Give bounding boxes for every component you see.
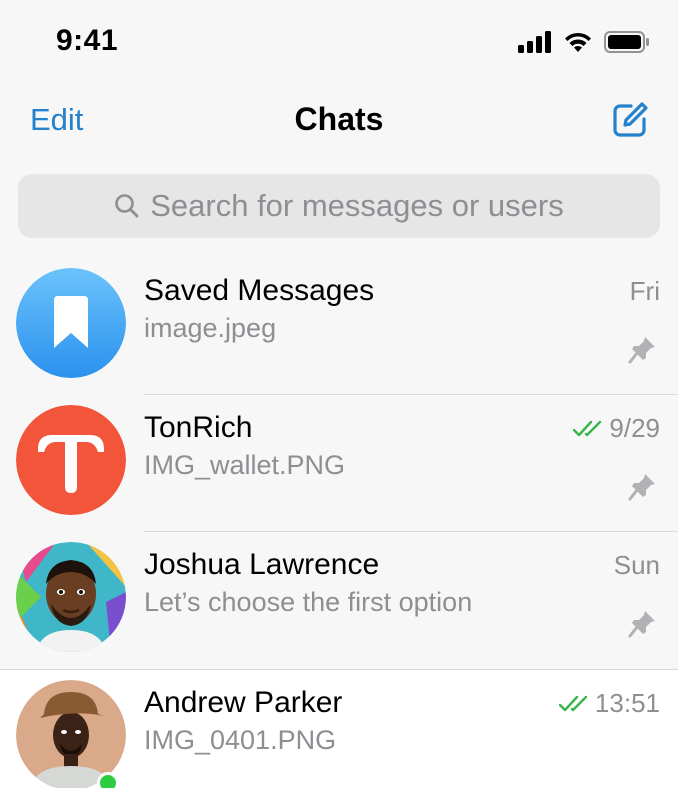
compose-button[interactable]	[610, 100, 650, 140]
nav-bar: Edit Chats	[0, 88, 678, 158]
pin-icon	[628, 474, 655, 501]
status-icons	[518, 30, 650, 54]
user-photo	[16, 542, 126, 652]
cellular-signal-icon	[518, 31, 551, 53]
status-time: 9:41	[56, 24, 119, 57]
avatar	[16, 542, 126, 652]
chat-time: 9/29	[573, 413, 660, 444]
chat-list: Saved Messages image.jpeg Fri TonRich IM…	[0, 258, 678, 788]
avatar	[16, 405, 126, 515]
chat-name: Joshua Lawrence	[144, 548, 380, 581]
chat-preview: IMG_wallet.PNG	[144, 450, 346, 480]
pin-icon	[628, 611, 655, 638]
chat-time: Fri	[629, 276, 660, 306]
status-bar: 9:41	[0, 0, 678, 88]
chat-name: Andrew Parker	[144, 686, 343, 719]
chat-row-andrew-parker[interactable]: Andrew Parker IMG_0401.PNG 13:51	[0, 669, 678, 788]
chat-time: 13:51	[558, 688, 660, 719]
chat-preview: image.jpeg	[144, 313, 277, 343]
chat-time: Sun	[613, 550, 660, 580]
chat-name: TonRich	[144, 411, 253, 444]
chat-name: Saved Messages	[144, 274, 375, 307]
chat-row-joshua-lawrence[interactable]: Joshua Lawrence Let’s choose the first o…	[0, 532, 678, 669]
compose-icon	[613, 102, 648, 137]
read-checkmarks-icon	[558, 695, 588, 711]
wifi-icon	[565, 32, 591, 52]
read-checkmarks-icon	[573, 420, 602, 436]
chat-row-tonrich[interactable]: TonRich IMG_wallet.PNG 9/29	[0, 395, 678, 532]
search-input[interactable]: Search for messages or users	[18, 174, 660, 238]
search-icon	[115, 194, 139, 218]
pin-icon	[628, 337, 655, 364]
search-placeholder: Search for messages or users	[150, 188, 564, 223]
avatar	[16, 268, 126, 378]
chat-preview: Let’s choose the first option	[144, 587, 473, 617]
battery-icon	[604, 31, 649, 53]
page-title: Chats	[294, 101, 384, 137]
chat-row-saved-messages[interactable]: Saved Messages image.jpeg Fri	[0, 258, 678, 395]
online-status-indicator	[97, 772, 119, 788]
chat-preview: IMG_0401.PNG	[144, 725, 337, 755]
